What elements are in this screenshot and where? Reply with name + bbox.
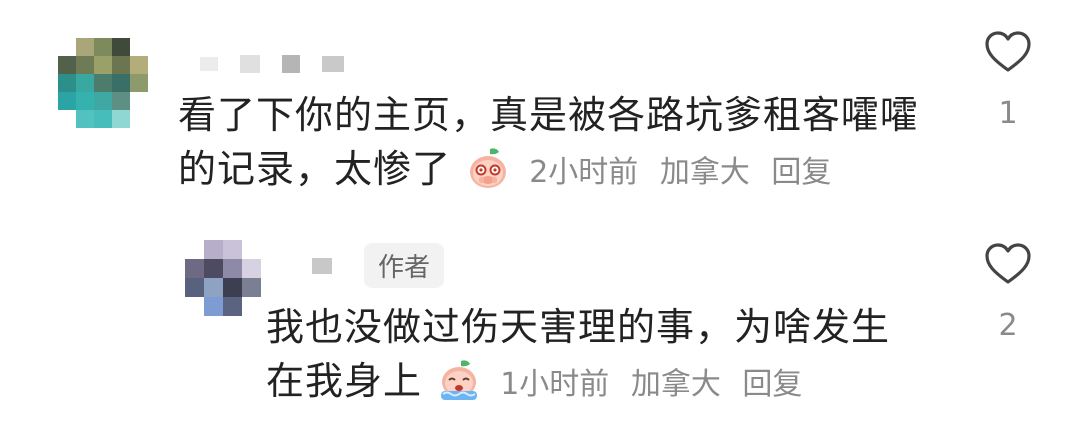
peach-crying-emoji — [466, 146, 510, 204]
reply-button[interactable]: 回复 — [771, 155, 831, 190]
comment-text-line: 在我身上 1小时前 加拿大 回复 — [266, 354, 890, 416]
like-control[interactable]: 1 — [978, 30, 1038, 131]
comment-text-tail: 在我身上 — [266, 359, 423, 403]
comment-text-tail: 的记录，太惨了 — [178, 147, 452, 191]
author-badge: 作者 — [364, 243, 445, 288]
avatar[interactable] — [58, 38, 148, 128]
comment-meta: 2小时前 加拿大 回复 — [529, 155, 843, 190]
heart-icon[interactable] — [984, 242, 1032, 286]
comment-time: 2小时前 — [529, 155, 639, 190]
comment-meta: 1小时前 加拿大 回复 — [500, 367, 814, 402]
comment-location: 加拿大 — [659, 155, 750, 190]
comment-location: 加拿大 — [630, 367, 721, 402]
comment-text: 我也没做过伤天害理的事，为啥发生 在我身上 1小时前 加拿大 回复 — [266, 300, 890, 416]
comment-text: 看了下你的主页，真是被各路坑爹租客嚯嚯 的记录，太惨了 2小时前 加拿大 回复 — [178, 88, 919, 204]
comment-text-line: 的记录，太惨了 2小时前 加拿大 回复 — [178, 142, 919, 204]
heart-icon[interactable] — [984, 30, 1032, 74]
comment-text-line: 我也没做过伤天害理的事，为啥发生 — [266, 305, 891, 349]
like-count: 2 — [998, 308, 1018, 343]
username-blurred[interactable] — [200, 55, 344, 73]
reply-button[interactable]: 回复 — [742, 367, 802, 402]
comment-time: 1小时前 — [500, 367, 610, 402]
avatar[interactable] — [185, 240, 261, 316]
like-control[interactable]: 2 — [978, 242, 1038, 343]
like-count: 1 — [998, 96, 1018, 131]
comment-text-line: 看了下你的主页，真是被各路坑爹租客嚯嚯 — [178, 93, 920, 137]
username-blurred[interactable] — [312, 258, 332, 274]
peach-sob-emoji — [437, 358, 481, 416]
